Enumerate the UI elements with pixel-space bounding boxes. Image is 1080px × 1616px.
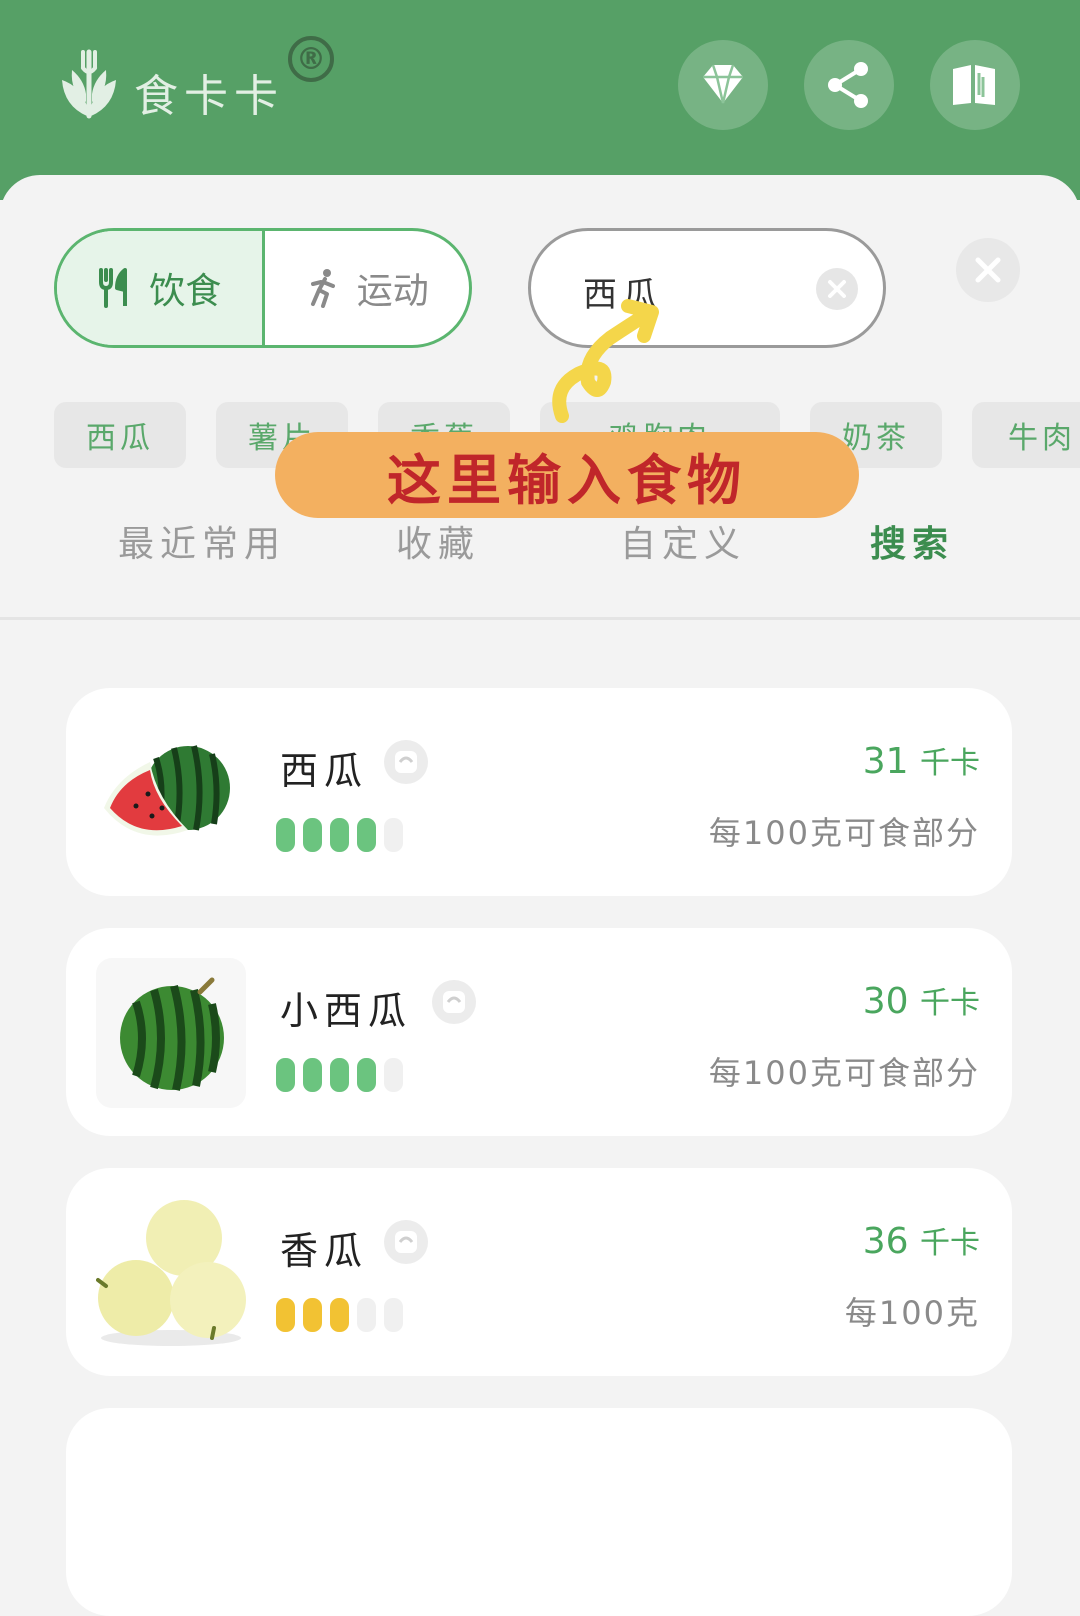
diet-label: 饮食: [149, 271, 222, 312]
rating-bar: [357, 1058, 376, 1092]
tab-search[interactable]: 搜索: [870, 515, 954, 567]
app-name: 食卡卡: [134, 71, 284, 122]
mode-toggle: 饮食 运动: [54, 228, 472, 348]
diamond-icon: [703, 64, 743, 104]
food-card[interactable]: 小西瓜 30 千卡 每100克可食部分: [66, 928, 1012, 1136]
share-icon: [828, 62, 868, 108]
health-rating: [276, 818, 403, 852]
calorie-basis: 每100克: [844, 1294, 980, 1332]
calorie-value: 30 千卡: [862, 981, 980, 1022]
app-header: 食卡卡 ®: [0, 0, 1080, 200]
mini-watermelon-image: [96, 958, 246, 1108]
scale-icon: [432, 980, 476, 1024]
rating-bar: [276, 818, 295, 852]
registered-mark: ®: [288, 36, 334, 82]
tab-exercise[interactable]: 运动: [265, 231, 470, 345]
health-rating: [276, 1298, 403, 1332]
chip-item[interactable]: 西瓜: [54, 402, 186, 468]
calorie-basis: 每100克可食部分: [708, 1054, 980, 1092]
watermelon-slice-image: [104, 745, 230, 836]
clear-search-button[interactable]: [816, 268, 858, 310]
leaf-fork-icon: [62, 49, 116, 119]
calorie-basis: 每100克可食部分: [708, 814, 980, 852]
scale-icon: [384, 1220, 428, 1264]
rating-bar: [384, 1058, 403, 1092]
food-card[interactable]: 香瓜 36 千卡 每100克: [66, 1168, 1012, 1376]
rating-bar: [276, 1058, 295, 1092]
rating-bar: [303, 818, 322, 852]
annotation-label: 这里输入食物: [275, 432, 859, 518]
calorie-value: 36 千卡: [862, 1221, 980, 1262]
tab-favorites[interactable]: 收藏: [396, 515, 480, 567]
rating-bar: [330, 818, 349, 852]
scale-icon: [384, 740, 428, 784]
close-button[interactable]: [956, 238, 1020, 302]
app-logo: 食卡卡 ®: [58, 36, 334, 124]
food-card[interactable]: 西瓜 31 千卡 每100克可食部分: [66, 688, 1012, 896]
close-icon: [975, 257, 1001, 283]
rating-bar: [276, 1298, 295, 1332]
running-icon: [310, 269, 335, 308]
share-button[interactable]: [804, 40, 894, 130]
rating-bar: [384, 1298, 403, 1332]
food-card-partial[interactable]: [66, 1408, 1012, 1616]
tab-recent[interactable]: 最近常用: [118, 515, 286, 567]
health-rating: [276, 1058, 403, 1092]
rating-bar: [330, 1058, 349, 1092]
muskmelon-image: [96, 1200, 246, 1346]
tab-diet[interactable]: 饮食: [57, 231, 265, 345]
calorie-value: 31 千卡: [862, 741, 980, 782]
food-name: 西瓜: [280, 749, 369, 793]
category-tabs: 最近常用 收藏 自定义 搜索: [0, 515, 1080, 575]
rating-bar: [357, 818, 376, 852]
tab-custom[interactable]: 自定义: [620, 515, 746, 567]
close-icon: [828, 280, 846, 298]
guide-button[interactable]: [930, 40, 1020, 130]
rating-bar: [303, 1058, 322, 1092]
rating-bar: [330, 1298, 349, 1332]
food-name: 香瓜: [280, 1229, 369, 1273]
book-icon: [953, 65, 995, 105]
vip-button[interactable]: [678, 40, 768, 130]
exercise-label: 运动: [356, 271, 429, 312]
food-name: 小西瓜: [280, 989, 413, 1033]
annotation-arrow: [552, 299, 659, 423]
chip-item[interactable]: 牛肉: [972, 402, 1080, 468]
rating-bar: [303, 1298, 322, 1332]
fork-knife-icon: [99, 268, 128, 308]
rating-bar: [384, 818, 403, 852]
rating-bar: [357, 1298, 376, 1332]
